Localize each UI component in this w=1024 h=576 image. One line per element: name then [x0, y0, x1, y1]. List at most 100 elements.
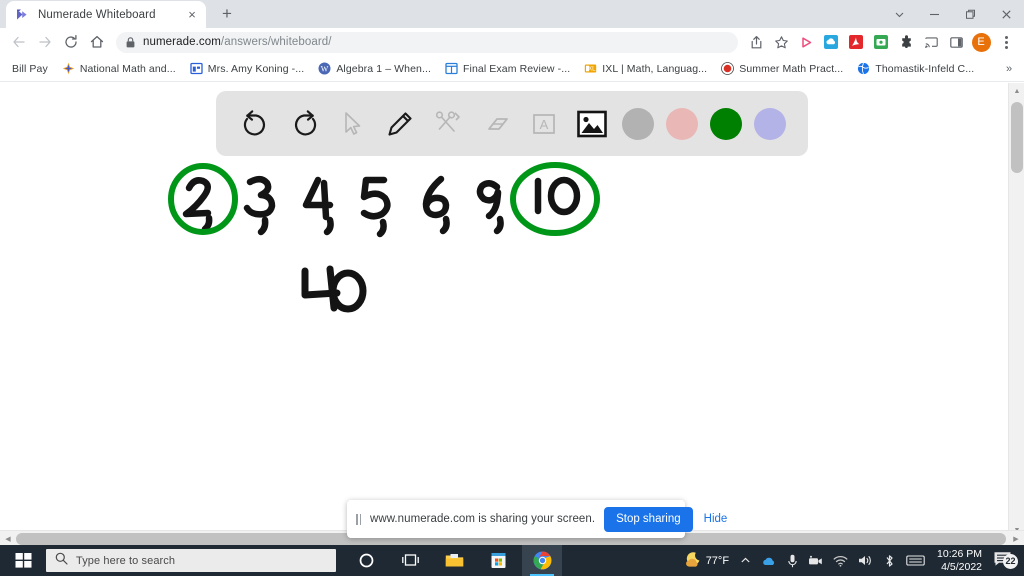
profile-avatar[interactable]: E: [969, 30, 993, 54]
home-icon[interactable]: [84, 29, 110, 55]
taskbar-search-input[interactable]: Type here to search: [46, 549, 336, 572]
whiteboard-toolbar: A: [216, 91, 808, 156]
moon-weather-icon: [684, 551, 701, 571]
forward-arrow-icon[interactable]: [32, 29, 58, 55]
notification-count-badge: 22: [1003, 554, 1018, 569]
blue-page-icon: [190, 62, 203, 75]
share-message: www.numerade.com is sharing your screen.: [370, 513, 595, 525]
new-tab-button[interactable]: +: [214, 1, 240, 27]
scissors-tools-icon[interactable]: [424, 100, 472, 148]
bookmarks-overflow-button[interactable]: »: [1000, 60, 1018, 78]
bookmark-national-math[interactable]: National Math and...: [56, 59, 182, 79]
image-icon[interactable]: [568, 100, 616, 148]
clock-time: 10:26 PM: [937, 548, 982, 561]
vertical-scrollbar[interactable]: ▲ ▼: [1008, 83, 1024, 538]
close-icon[interactable]: ×: [184, 7, 200, 23]
stop-sharing-button[interactable]: Stop sharing: [604, 507, 693, 532]
bookmark-label: Algebra 1 – When...: [336, 63, 431, 75]
onedrive-cloud-icon[interactable]: [756, 545, 782, 576]
maximize-button[interactable]: [952, 0, 988, 28]
bookmarks-bar: Bill Pay National Math and... Mrs. Amy K…: [0, 56, 1024, 82]
reload-icon[interactable]: [58, 29, 84, 55]
webcam-icon[interactable]: [803, 545, 828, 576]
svg-text:W: W: [321, 64, 329, 73]
chevron-down-icon[interactable]: [882, 0, 916, 28]
task-view-icon[interactable]: [390, 545, 430, 576]
globe-icon: [857, 62, 870, 75]
swatch-pink[interactable]: [666, 108, 698, 140]
ink-sequence: [186, 179, 577, 234]
chevron-up-icon[interactable]: [735, 545, 756, 576]
eraser-icon[interactable]: [472, 100, 520, 148]
share-icon[interactable]: [744, 30, 768, 54]
bookmark-bill-pay[interactable]: Bill Pay: [6, 59, 54, 79]
bookmark-label: Thomastik-Infeld C...: [875, 63, 974, 75]
wifi-icon[interactable]: [828, 545, 853, 576]
microsoft-store-icon[interactable]: [478, 545, 518, 576]
weather-widget[interactable]: 77°F: [678, 551, 735, 571]
url-domain: numerade.com: [143, 36, 221, 48]
search-icon: [55, 552, 68, 570]
keyboard-icon[interactable]: [901, 545, 930, 576]
taskbar-clock[interactable]: 10:26 PM 4/5/2022: [930, 548, 989, 574]
svg-text:XL: XL: [588, 67, 596, 73]
toolbar-icon-group: E: [744, 30, 1018, 54]
hide-button[interactable]: Hide: [702, 513, 730, 525]
microphone-icon[interactable]: [782, 545, 803, 576]
bookmark-label: Bill Pay: [12, 63, 48, 75]
file-explorer-icon[interactable]: [434, 545, 474, 576]
back-arrow-icon[interactable]: [6, 29, 32, 55]
close-window-button[interactable]: [988, 0, 1024, 28]
extension-screencastify-icon[interactable]: [869, 30, 893, 54]
select-cursor-icon[interactable]: [328, 100, 376, 148]
bookmark-label: Mrs. Amy Koning -...: [208, 63, 305, 75]
windows-start-icon[interactable]: [0, 545, 46, 576]
extension-playposit-icon[interactable]: [794, 30, 818, 54]
undo-icon[interactable]: [232, 100, 280, 148]
vertical-scroll-thumb[interactable]: [1011, 102, 1023, 173]
bookmark-thomastik-infeld[interactable]: Thomastik-Infeld C...: [851, 59, 980, 79]
bookmark-ixl[interactable]: XL IXL | Math, Languag...: [578, 59, 713, 79]
address-bar[interactable]: numerade.com/answers/whiteboard/: [116, 32, 738, 53]
browser-window: Numerade Whiteboard × +: [0, 0, 1024, 576]
swatch-green[interactable]: [710, 108, 742, 140]
extensions-puzzle-icon[interactable]: [894, 30, 918, 54]
extension-cloud-icon[interactable]: [819, 30, 843, 54]
screen-share-notification: www.numerade.com is sharing your screen.…: [347, 500, 685, 538]
blue-columns-icon: [445, 62, 458, 75]
extension-adobe-acrobat-icon[interactable]: [844, 30, 868, 54]
notification-center-icon[interactable]: 22: [989, 550, 1020, 572]
taskbar-search-placeholder: Type here to search: [76, 555, 175, 567]
bookmark-label: IXL | Math, Languag...: [602, 63, 707, 75]
window-controls: [882, 0, 1024, 28]
ixl-icon: XL: [584, 62, 597, 75]
volume-icon[interactable]: [853, 545, 878, 576]
bookmark-summer-math-practice[interactable]: Summer Math Pract...: [715, 59, 849, 79]
bookmark-label: National Math and...: [80, 63, 176, 75]
redo-icon[interactable]: [280, 100, 328, 148]
system-tray: 77°F: [678, 545, 1024, 576]
circle-around-2: [171, 166, 235, 232]
bluetooth-pen-icon[interactable]: [878, 545, 901, 576]
browser-tab-numerade-whiteboard[interactable]: Numerade Whiteboard ×: [6, 1, 206, 28]
bookmark-algebra-1[interactable]: W Algebra 1 – When...: [312, 59, 437, 79]
text-box-icon[interactable]: A: [520, 100, 568, 148]
bookmark-final-exam-review[interactable]: Final Exam Review -...: [439, 59, 576, 79]
side-panel-icon[interactable]: [944, 30, 968, 54]
svg-text:A: A: [540, 117, 549, 132]
bookmark-star-icon[interactable]: [769, 30, 793, 54]
minimize-button[interactable]: [916, 0, 952, 28]
pencil-icon[interactable]: [376, 100, 424, 148]
cast-icon[interactable]: [919, 30, 943, 54]
whiteboard-canvas[interactable]: A: [0, 83, 1008, 523]
bookmark-mrs-amy-koning[interactable]: Mrs. Amy Koning -...: [184, 59, 311, 79]
swatch-gray[interactable]: [622, 108, 654, 140]
swatch-purple[interactable]: [754, 108, 786, 140]
circle-around-10: [513, 165, 597, 233]
drag-handle-icon[interactable]: [356, 514, 361, 525]
chrome-menu-icon[interactable]: [994, 30, 1018, 54]
google-chrome-icon[interactable]: [522, 545, 562, 576]
scroll-up-icon[interactable]: ▲: [1009, 83, 1024, 99]
clock-date: 4/5/2022: [941, 561, 982, 574]
cortana-icon[interactable]: [346, 545, 386, 576]
